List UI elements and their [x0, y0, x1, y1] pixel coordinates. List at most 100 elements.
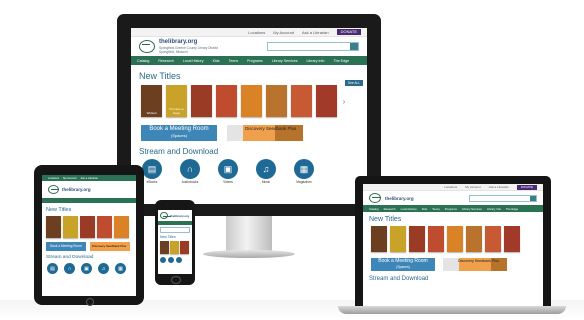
stream-audiobooks[interactable]: ∩ Audiobooks	[179, 159, 201, 184]
stream-magazines[interactable]: ▦ Magazines	[293, 159, 315, 184]
nav-local-history[interactable]: Local History	[401, 207, 417, 211]
laptop-meeting-banner[interactable]: Book a Meeting Room (Spaces)	[371, 258, 435, 271]
film-icon: ▣	[218, 159, 238, 179]
tablet-locations-link[interactable]: Locations	[48, 177, 59, 180]
nav-library-services[interactable]: Library Services	[272, 59, 298, 63]
book-cover[interactable]	[80, 216, 95, 238]
book-cover[interactable]: Wicked	[141, 85, 162, 117]
book-cover[interactable]	[170, 241, 179, 254]
chevron-right-icon[interactable]: ›	[341, 85, 347, 117]
nav-catalog[interactable]: Catalog	[369, 207, 379, 211]
book-cover[interactable]	[160, 241, 169, 254]
book-icon[interactable]	[160, 257, 166, 263]
site-subtitle-2: Springfield, Missouri	[159, 50, 188, 54]
nav-programs[interactable]: Programs	[247, 59, 263, 63]
book-cover[interactable]	[316, 85, 337, 117]
stream-videos[interactable]: ▣ Videos	[217, 159, 239, 184]
book-icon[interactable]: ▤	[47, 263, 58, 274]
nav-the-edge[interactable]: The Edge	[333, 59, 349, 63]
book-cover[interactable]: Promise to Keep	[166, 85, 187, 117]
book-cover[interactable]	[466, 226, 482, 252]
laptop-discovery-banner[interactable]: Discovery Seedbank Plus	[443, 258, 507, 271]
nav-kids[interactable]: Kids	[422, 207, 427, 211]
film-icon[interactable]: ▣	[81, 263, 92, 274]
tablet-stream-options: ▤ ∩ ▣ ♫ ▦	[47, 263, 136, 274]
my-account-link[interactable]: My Account	[273, 30, 294, 35]
laptop-books	[371, 226, 543, 252]
nav-research[interactable]: Research	[158, 59, 173, 63]
library-logo-icon	[139, 40, 155, 53]
phone-nav-bar[interactable]	[158, 221, 192, 225]
stream-heading: Stream and Download	[139, 147, 219, 156]
nav-programs[interactable]: Programs	[445, 207, 457, 211]
laptop-locations-link[interactable]: Locations	[444, 185, 457, 189]
book-cover[interactable]	[216, 85, 237, 117]
brand-row: thelibrary.org Springfield-Greene County…	[131, 37, 367, 56]
tablet-site-name: thelibrary.org	[62, 187, 91, 192]
phone-search-input[interactable]	[160, 227, 190, 233]
meeting-room-banner[interactable]: Book a Meeting Room (Spaces)	[141, 125, 217, 141]
book-cover[interactable]	[266, 85, 287, 117]
book-cover[interactable]	[63, 216, 78, 238]
book-cover[interactable]	[291, 85, 312, 117]
ask-librarian-link[interactable]: Ask a Librarian	[302, 30, 329, 35]
film-icon[interactable]	[176, 257, 182, 263]
headphones-icon[interactable]: ∩	[64, 263, 75, 274]
book-cover[interactable]	[46, 216, 61, 238]
nav-kids[interactable]: Kids	[213, 59, 220, 63]
see-all-button[interactable]: See ALL	[345, 80, 364, 86]
tablet-account-link[interactable]: My Account	[63, 177, 76, 180]
nav-teens[interactable]: Teens	[229, 59, 239, 63]
book-cover[interactable]	[97, 216, 112, 238]
book-cover[interactable]	[371, 226, 387, 252]
search-icon[interactable]	[350, 43, 358, 50]
nav-library-services[interactable]: Library Services	[462, 207, 482, 211]
book-cover[interactable]	[114, 216, 129, 238]
book-cover[interactable]	[504, 226, 520, 252]
search-input[interactable]	[267, 42, 359, 51]
nav-research[interactable]: Research	[384, 207, 396, 211]
magazine-icon[interactable]: ▦	[115, 263, 126, 274]
laptop-ask-link[interactable]: Ask a Librarian	[489, 185, 509, 189]
tablet-banners: Book a Meeting Room Discovery Seedbank P…	[46, 242, 136, 251]
phone-brand[interactable]: thelibrary.org	[158, 210, 192, 221]
tablet-brand[interactable]: thelibrary.org	[42, 181, 136, 198]
tablet-home-button	[86, 298, 94, 306]
book-cover[interactable]	[191, 85, 212, 117]
phone-device: thelibrary.org New Titles	[155, 200, 195, 285]
book-cover[interactable]	[241, 85, 262, 117]
site-logo[interactable]: thelibrary.org Springfield-Greene County…	[139, 39, 218, 54]
book-cover[interactable]	[180, 241, 189, 254]
book-cover[interactable]	[485, 226, 501, 252]
tablet-nav-bar[interactable]	[42, 198, 136, 203]
nav-local-history[interactable]: Local History	[183, 59, 204, 63]
book-cover[interactable]	[409, 226, 425, 252]
headphones-icon[interactable]	[168, 257, 174, 263]
music-icon[interactable]: ♫	[98, 263, 109, 274]
tablet-discovery-banner[interactable]: Discovery Seedbank Plus	[90, 242, 130, 251]
nav-library-info[interactable]: Library Info	[307, 59, 325, 63]
laptop-search-input[interactable]	[469, 194, 537, 202]
laptop-logo[interactable]: thelibrary.org	[369, 193, 414, 203]
laptop-account-link[interactable]: My Account	[465, 185, 481, 189]
nav-catalog[interactable]: Catalog	[137, 59, 149, 63]
tablet-meeting-banner[interactable]: Book a Meeting Room	[46, 242, 86, 251]
nav-library-info[interactable]: Library Info	[487, 207, 501, 211]
nav-the-edge[interactable]: The Edge	[506, 207, 518, 211]
donate-button[interactable]: DONATE	[336, 29, 361, 35]
locations-link[interactable]: Locations	[248, 30, 265, 35]
discovery-banner[interactable]: Discovery Seedbank Plus	[227, 125, 303, 141]
book-cover[interactable]	[447, 226, 463, 252]
book-cover[interactable]	[390, 226, 406, 252]
meeting-room-label: Book a Meeting Room	[149, 126, 209, 132]
monitor-stand	[226, 216, 272, 252]
stream-ebooks[interactable]: ▤ eBooks	[141, 159, 163, 184]
search-icon[interactable]	[530, 195, 536, 201]
book-cover[interactable]	[428, 226, 444, 252]
tablet-ask-link[interactable]: Ask a Librarian	[81, 177, 98, 180]
laptop-donate-button[interactable]: DONATE	[516, 184, 537, 190]
laptop-top-links: Locations My Account Ask a Librarian DON…	[363, 184, 543, 191]
stream-music[interactable]: ♫ Music	[255, 159, 277, 184]
nav-teens[interactable]: Teens	[432, 207, 439, 211]
meeting-room-sub: (Spaces)	[396, 265, 410, 269]
